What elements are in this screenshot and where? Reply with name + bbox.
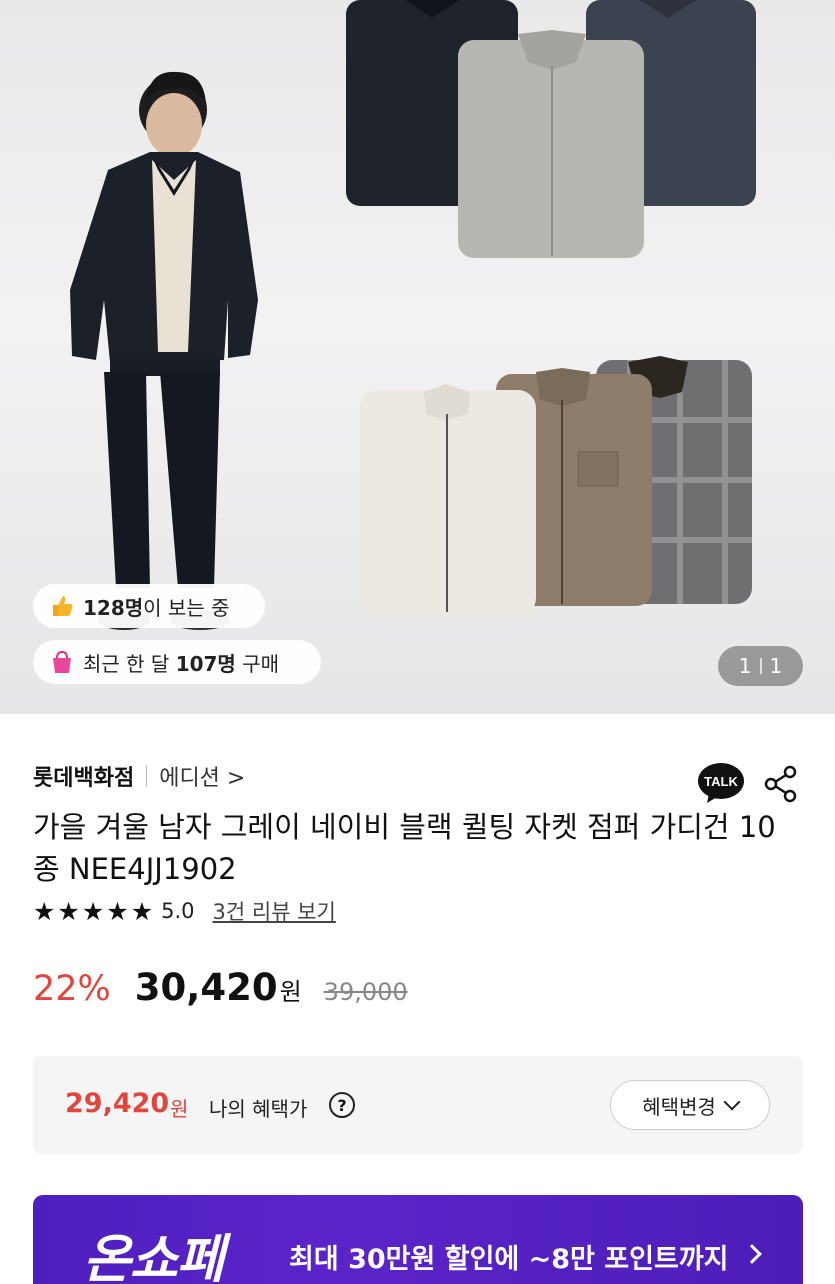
star-icon: ★: [33, 896, 56, 926]
help-icon[interactable]: ?: [329, 1092, 355, 1118]
brand-divider: [146, 765, 148, 787]
pager-current: 1: [738, 654, 752, 678]
viewers-badge: 128명 이 보는 중: [33, 584, 265, 628]
product-title: 가을 겨울 남자 그레이 네이비 블랙 퀼팅 자켓 점퍼 가디건 10종 NEE…: [33, 810, 776, 886]
image-pager: 1 1: [718, 646, 803, 686]
benefit-change-button[interactable]: 혜택변경: [610, 1080, 770, 1130]
brand-row: 롯데백화점 에디션 >: [33, 760, 245, 792]
buyers-suffix: 구매: [235, 651, 280, 676]
sub-brand-link[interactable]: 에디션 >: [159, 760, 245, 792]
model-figure: [70, 71, 258, 630]
promo-banner[interactable]: 온쇼페 최대 30만원 할인에 ~8만 포인트까지: [33, 1195, 803, 1284]
benefit-change-label: 혜택변경: [642, 1094, 716, 1119]
talk-label: TALK: [704, 774, 738, 789]
rating-row: ★ ★ ★ ★ ★ 5.0 3건 리뷰 보기: [33, 896, 336, 926]
star-icon: ★: [130, 896, 154, 926]
review-link[interactable]: 3건 리뷰 보기: [213, 896, 336, 926]
buyers-prefix: 최근 한 달: [83, 651, 176, 676]
kakao-talk-icon[interactable]: TALK: [697, 762, 745, 804]
benefit-price-currency: 원: [170, 1097, 189, 1121]
shopping-bag-icon: [53, 650, 71, 673]
sale-price-currency: 원: [279, 978, 302, 1006]
chevron-down-icon: [723, 1093, 741, 1111]
sale-price: 30,420: [134, 966, 278, 1009]
buyers-badge: 최근 한 달 107명 구매: [33, 640, 321, 684]
thumbs-up-icon: [53, 596, 73, 616]
pager-total: 1: [769, 654, 783, 678]
discount-rate: 22%: [33, 969, 111, 1009]
star-rating: ★ ★ ★ ★ ★: [33, 899, 153, 924]
viewers-suffix: 이 보는 중: [143, 595, 230, 620]
banner-logo: 온쇼페: [83, 1230, 225, 1284]
brand-name[interactable]: 롯데백화점: [33, 760, 134, 792]
cardigan-ivory: [360, 384, 536, 616]
star-icon: ★: [57, 896, 80, 926]
benefit-label: 나의 혜택가: [209, 1097, 308, 1121]
star-icon: ★: [81, 896, 105, 926]
banner-text: 최대 30만원 할인에 ~8만 포인트까지: [289, 1244, 729, 1275]
benefit-price-box: 29,420 원 나의 혜택가 ? 혜택변경: [33, 1056, 803, 1154]
benefit-price: 29,420: [65, 1088, 170, 1119]
chevron-right-icon: [742, 1244, 762, 1264]
product-image-carousel[interactable]: 128명 이 보는 중 최근 한 달 107명 구매 1 1: [0, 0, 835, 714]
jacket-gray: [458, 30, 644, 258]
star-icon: ★: [106, 896, 129, 926]
share-icon[interactable]: [762, 764, 800, 804]
viewers-count: 128명: [83, 595, 144, 620]
price-row: 22% 30,420 원 39,000: [33, 966, 408, 1009]
original-price: 39,000: [323, 978, 408, 1006]
rating-score: 5.0: [161, 899, 195, 923]
buyers-count: 107명: [175, 651, 236, 676]
pager-separator: [759, 658, 762, 674]
